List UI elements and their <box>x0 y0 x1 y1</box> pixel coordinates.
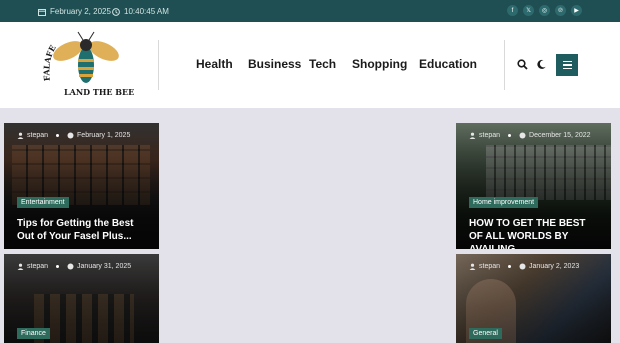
meta-separator <box>56 134 60 137</box>
nav-item-health[interactable]: Health <box>196 57 233 71</box>
post-meta: stepan February 1, 2025 <box>17 132 130 139</box>
user-icon <box>469 132 476 139</box>
clock-icon <box>67 263 74 270</box>
post-meta: stepan December 15, 2022 <box>469 132 591 139</box>
clock-icon <box>519 132 526 139</box>
post-author[interactable]: stepan <box>479 263 500 270</box>
clock-icon <box>67 132 74 139</box>
time-text: 10:40:45 AM <box>124 7 169 16</box>
post-author[interactable]: stepan <box>27 263 48 270</box>
pinterest-icon[interactable]: ℗ <box>555 5 566 16</box>
post-card[interactable]: stepan December 15, 2022 Home improvemen… <box>456 123 611 249</box>
user-icon <box>17 132 24 139</box>
menu-button[interactable] <box>556 54 578 76</box>
post-title[interactable]: Tips for Getting the Best Out of Your Fa… <box>17 217 149 243</box>
post-card[interactable]: stepan January 31, 2025 Finance <box>4 254 159 343</box>
post-date: January 2, 2023 <box>529 263 580 270</box>
category-badge[interactable]: Finance <box>17 328 50 339</box>
category-badge[interactable]: General <box>469 328 502 339</box>
search-icon[interactable] <box>517 59 528 70</box>
header-divider-left <box>158 40 159 90</box>
menu-icon-bar <box>562 64 572 66</box>
post-date: December 15, 2022 <box>529 132 591 139</box>
nav-item-education[interactable]: Education <box>419 57 477 71</box>
nav-item-shopping[interactable]: Shopping <box>352 57 407 71</box>
post-author[interactable]: stepan <box>27 132 48 139</box>
instagram-icon[interactable]: ◎ <box>539 5 550 16</box>
current-time: 10:40:45 AM <box>112 6 169 17</box>
post-title[interactable]: HOW TO GET THE BEST OF ALL WORLDS BY AVA… <box>469 217 601 249</box>
meta-separator <box>508 134 512 137</box>
category-badge[interactable]: Entertainment <box>17 197 69 208</box>
nav-item-tech[interactable]: Tech <box>309 57 336 71</box>
post-date: January 31, 2025 <box>77 263 132 270</box>
post-date: February 1, 2025 <box>77 132 131 139</box>
menu-icon-bar <box>562 60 572 63</box>
facebook-icon[interactable]: f <box>507 5 518 16</box>
site-header: FALAFE LAND THE BEE Health Business Tech… <box>0 22 620 108</box>
menu-icon-bar <box>562 67 572 70</box>
user-icon <box>17 263 24 270</box>
clock-icon <box>519 263 526 270</box>
date-text: February 2, 2025 <box>50 7 111 16</box>
top-bar: February 2, 2025 10:40:45 AM f 𝕏 ◎ ℗ ▶ <box>0 0 620 22</box>
youtube-icon[interactable]: ▶ <box>571 5 582 16</box>
calendar-icon <box>38 8 46 16</box>
current-date: February 2, 2025 <box>38 6 111 17</box>
dark-mode-toggle-icon[interactable] <box>536 59 547 70</box>
clock-icon <box>112 7 120 16</box>
post-card[interactable]: stepan January 2, 2023 General <box>456 254 611 343</box>
meta-separator <box>56 265 60 268</box>
post-card[interactable]: stepan February 1, 2025 Entertainment Ti… <box>4 123 159 249</box>
post-meta: stepan January 31, 2025 <box>17 263 131 270</box>
nav-item-business[interactable]: Business <box>248 57 301 71</box>
post-author[interactable]: stepan <box>479 132 500 139</box>
category-badge[interactable]: Home improvement <box>469 197 539 208</box>
svg-text:FALAFE: FALAFE <box>41 43 58 81</box>
x-icon[interactable]: 𝕏 <box>523 5 534 16</box>
site-logo[interactable]: FALAFE LAND THE BEE <box>38 29 134 99</box>
meta-separator <box>508 265 512 268</box>
svg-text:LAND THE BEE: LAND THE BEE <box>64 87 134 97</box>
post-meta: stepan January 2, 2023 <box>469 263 579 270</box>
user-icon <box>469 263 476 270</box>
header-divider-right <box>504 40 505 90</box>
